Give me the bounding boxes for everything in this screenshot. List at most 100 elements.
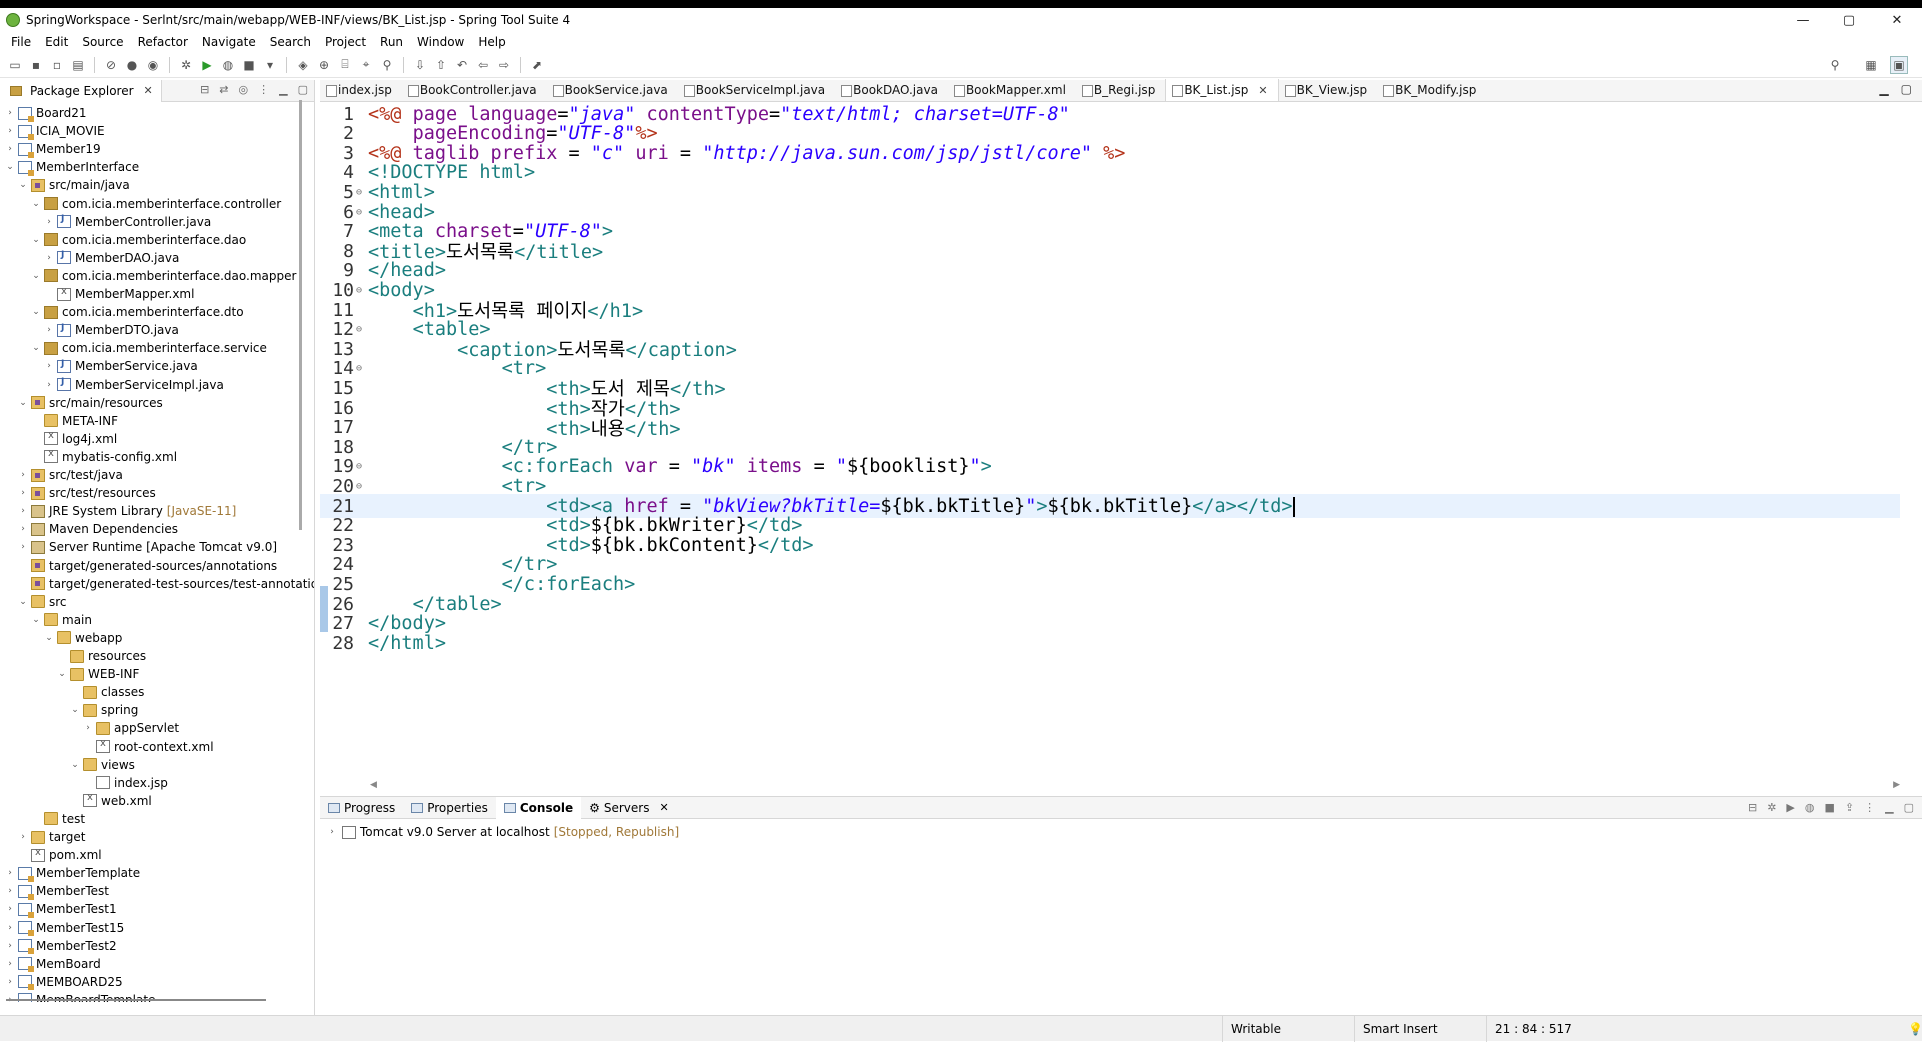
chevron-right-icon[interactable]: › — [4, 904, 16, 914]
fold-icon[interactable]: ⊖ — [356, 285, 368, 296]
chevron-right-icon[interactable]: › — [43, 217, 55, 227]
minimize-button[interactable]: — — [1780, 8, 1826, 32]
editor-tab[interactable]: BookDAO.java — [835, 79, 948, 101]
tab-package-explorer[interactable]: Package Explorer ✕ — [0, 79, 162, 102]
tree-item[interactable]: › MemberDTO.java — [43, 321, 179, 339]
scroll-left-icon[interactable]: ◀ — [370, 780, 377, 790]
chevron-down-icon[interactable]: ⌄ — [43, 633, 55, 643]
chevron-right-icon[interactable]: › — [4, 923, 16, 933]
editor-horizontal-scrollbar[interactable]: ◀ ▶ — [370, 780, 1900, 790]
fold-icon[interactable]: ⊖ — [356, 363, 368, 374]
chevron-right-icon[interactable]: › — [43, 325, 55, 335]
scroll-right-icon[interactable]: ▶ — [1893, 780, 1900, 790]
tree-item[interactable]: index.jsp — [82, 774, 168, 792]
tab-progress[interactable]: Progress — [320, 797, 403, 819]
tree-item[interactable]: › appServlet — [82, 719, 179, 737]
tree-item[interactable]: › MemberService.java — [43, 357, 197, 375]
tree-item[interactable]: › MemberTest2 — [4, 937, 117, 955]
chevron-right-icon[interactable]: › — [17, 542, 29, 552]
perspective-spring-icon[interactable]: ▣ — [1890, 55, 1908, 74]
fold-icon[interactable]: ⊖ — [356, 207, 368, 218]
chevron-right-icon[interactable]: › — [4, 959, 16, 969]
chevron-down-icon[interactable]: ⌄ — [30, 615, 42, 625]
close-button[interactable]: ✕ — [1874, 8, 1920, 32]
tree-item[interactable]: ⌄ com.icia.memberinterface.dao — [30, 231, 246, 249]
spring-icon[interactable]: ◉ — [144, 56, 162, 74]
server-entry[interactable]: › Tomcat v9.0 Server at localhost [Stopp… — [326, 825, 679, 839]
publish-icon[interactable]: ⇪ — [1845, 801, 1854, 814]
tree-item[interactable]: target/generated-sources/annotations — [17, 557, 277, 575]
save-all-icon[interactable]: ▫ — [48, 56, 66, 74]
focus-icon[interactable]: ◎ — [239, 83, 249, 96]
view-menu-icon[interactable]: ⋮ — [258, 83, 269, 96]
fold-icon[interactable]: ⊖ — [356, 187, 368, 198]
chevron-right-icon[interactable]: › — [17, 506, 29, 516]
menu-project[interactable]: Project — [318, 35, 373, 49]
chevron-right-icon[interactable]: › — [4, 868, 16, 878]
expand-icon[interactable]: › — [326, 827, 338, 837]
external-tools-icon[interactable]: ▾ — [261, 56, 279, 74]
chevron-down-icon[interactable]: ⌄ — [69, 760, 81, 770]
back-icon[interactable]: ⇦ — [474, 56, 492, 74]
code-line[interactable]: 28 </html> — [320, 631, 1900, 655]
tree-item[interactable]: META-INF — [30, 412, 118, 430]
tree-item[interactable]: › Board21 — [4, 104, 87, 122]
debug-icon[interactable]: ✲ — [177, 56, 195, 74]
tree-item[interactable]: › Maven Dependencies — [17, 520, 178, 538]
chevron-down-icon[interactable]: ⌄ — [30, 343, 42, 353]
stop-server-icon[interactable]: ■ — [1825, 801, 1835, 814]
close-icon[interactable]: ✕ — [1258, 84, 1267, 97]
editor-tab[interactable]: BookMapper.xml — [948, 79, 1076, 101]
tree-item[interactable]: › JRE System Library [JavaSE-11] — [17, 502, 236, 520]
tree-item[interactable]: › target — [17, 828, 85, 846]
tree-item[interactable]: ⌄ com.icia.memberinterface.dao.mapper — [30, 267, 296, 285]
tab-servers[interactable]: ⚙ Servers ✕ — [581, 797, 677, 819]
save-icon[interactable]: ▪ — [27, 56, 45, 74]
tree-item[interactable]: ⌄ MemberInterface — [4, 158, 139, 176]
tree-item[interactable]: ⌄ views — [69, 756, 135, 774]
close-icon[interactable]: ✕ — [659, 801, 668, 814]
tree-item[interactable]: ⌄ src/main/java — [17, 176, 130, 194]
tree-item[interactable]: target/generated-test-sources/test-annot… — [17, 575, 314, 593]
tree-horizontal-scrollbar[interactable] — [6, 999, 266, 1001]
chevron-down-icon[interactable]: ⌄ — [17, 597, 29, 607]
open-type-icon[interactable]: ⌸ — [336, 56, 354, 74]
chevron-right-icon[interactable]: › — [43, 380, 55, 390]
editor-tab[interactable]: BookServiceImpl.java — [678, 79, 835, 101]
menu-refactor[interactable]: Refactor — [131, 35, 195, 49]
editor-tab[interactable]: BK_View.jsp — [1279, 79, 1378, 101]
tree-item[interactable]: › src/test/java — [17, 466, 123, 484]
tree-item[interactable]: › MemberServiceImpl.java — [43, 376, 224, 394]
next-annotation-icon[interactable]: ⇩ — [411, 56, 429, 74]
tree-item[interactable]: web.xml — [69, 792, 152, 810]
tree-item[interactable]: › MemberTest — [4, 882, 109, 900]
open-perspective-icon[interactable]: ⬈ — [528, 56, 546, 74]
tree-item[interactable]: › Member19 — [4, 140, 101, 158]
tree-item[interactable]: ⌄ main — [30, 611, 92, 629]
tree-item[interactable]: ⌄ com.icia.memberinterface.service — [30, 339, 267, 357]
tree-item[interactable]: › MemBoard — [4, 955, 101, 973]
chevron-right-icon[interactable]: › — [4, 977, 16, 987]
quick-search-icon[interactable]: ⚲ — [1826, 56, 1844, 74]
tree-item[interactable]: resources — [56, 647, 146, 665]
maximize-icon[interactable]: ▢ — [298, 83, 308, 96]
view-menu-icon[interactable]: ⋮ — [1864, 801, 1875, 814]
skip-breakpoints-icon[interactable]: ⊘ — [102, 56, 120, 74]
editor-tab[interactable]: BK_List.jsp ✕ — [1165, 79, 1279, 101]
chevron-right-icon[interactable]: › — [4, 144, 16, 154]
editor-tab[interactable]: BookService.java — [547, 79, 678, 101]
tree-item[interactable]: MemberMapper.xml — [43, 285, 194, 303]
last-edit-icon[interactable]: ↶ — [453, 56, 471, 74]
editor-tab[interactable]: B_Regi.jsp — [1076, 79, 1165, 101]
chevron-right-icon[interactable]: › — [43, 253, 55, 263]
profile-server-icon[interactable]: ◍ — [1805, 801, 1815, 814]
collapse-icon[interactable]: ⊟ — [1748, 801, 1757, 814]
forward-icon[interactable]: ⇨ — [495, 56, 513, 74]
tree-item[interactable]: log4j.xml — [30, 430, 117, 448]
code-editor[interactable]: 1 <%@ page language="java" contentType="t… — [320, 104, 1900, 766]
open-task-icon[interactable]: ⌖ — [357, 56, 375, 74]
chevron-right-icon[interactable]: › — [4, 941, 16, 951]
run-icon[interactable]: ▶ — [198, 56, 216, 74]
maximize-icon[interactable]: ▢ — [1904, 801, 1914, 814]
tree-vertical-scrollbar[interactable] — [299, 100, 302, 530]
